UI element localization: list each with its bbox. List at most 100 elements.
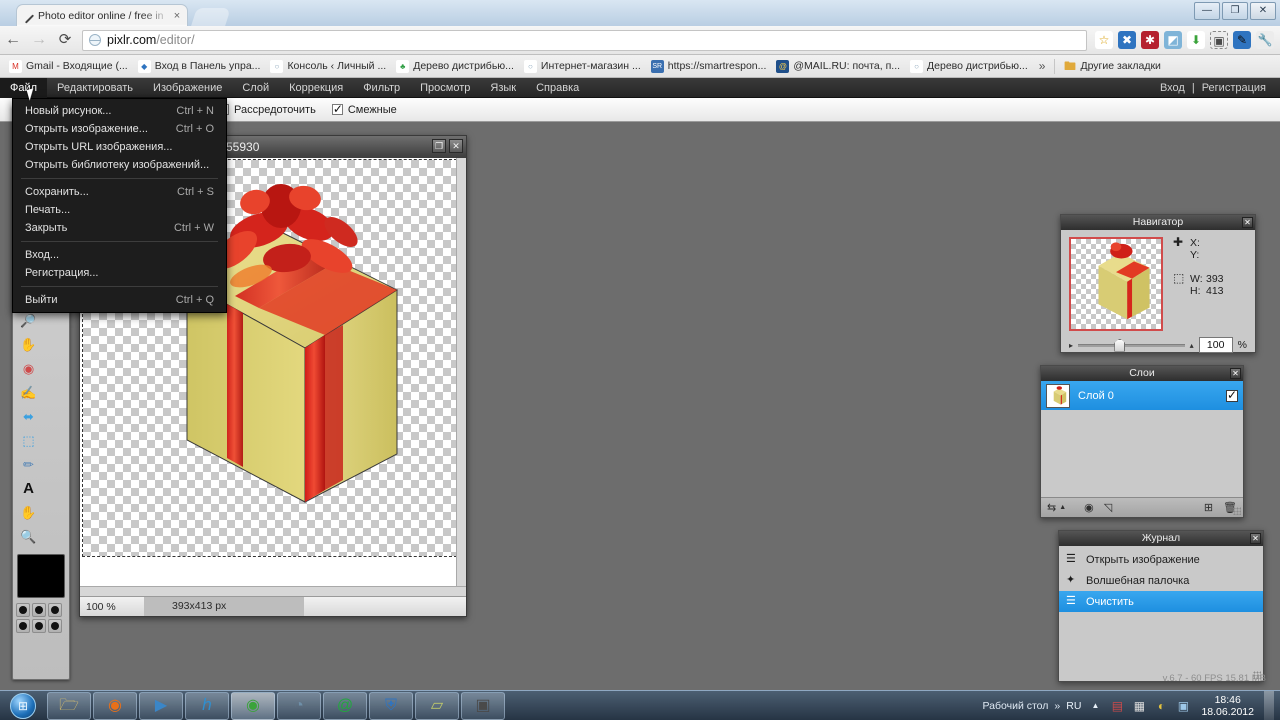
new-tab-button[interactable] <box>191 8 231 26</box>
updates-tray-icon[interactable]: ◐ <box>1153 698 1169 714</box>
zoom-slider-handle[interactable] <box>1114 338 1126 352</box>
menu-item-open-image[interactable]: Открыть изображение... Ctrl + O <box>13 120 226 138</box>
menu-filter[interactable]: Фильтр <box>353 78 410 98</box>
menu-item-save[interactable]: Сохранить... Ctrl + S <box>13 183 226 201</box>
firefox-taskbar-button[interactable]: ◉ <box>93 691 137 720</box>
notes-taskbar-button[interactable]: ▱ <box>415 691 459 720</box>
zoom-in-icon[interactable]: ▴ <box>1190 341 1194 350</box>
close-icon[interactable]: ✕ <box>1250 533 1261 544</box>
history-item[interactable]: ☰ Очистить <box>1059 591 1263 612</box>
bookmark-item[interactable]: ○ Дерево дистрибью... <box>905 58 1033 75</box>
security-shield-taskbar-button[interactable]: ⛨ <box>369 691 413 720</box>
other-bookmarks-button[interactable]: 🖿 Другие закладки <box>1058 58 1165 75</box>
menu-item-open-library[interactable]: Открыть библиотеку изображений... <box>13 156 226 174</box>
show-desktop-label[interactable]: Рабочий стол <box>983 700 1049 712</box>
menu-view[interactable]: Просмотр <box>410 78 480 98</box>
bookmark-item[interactable]: ♣ Дерево дистрибью... <box>391 58 519 75</box>
menu-image[interactable]: Изображение <box>143 78 232 98</box>
blue-x-extension-icon[interactable]: ✖ <box>1118 31 1136 49</box>
history-item[interactable]: ☰ Открыть изображение <box>1059 549 1263 570</box>
wrench-settings-icon[interactable]: 🔧 <box>1256 31 1274 49</box>
blend-mode-arrow-icon[interactable]: ▲ <box>1059 504 1066 511</box>
antivirus-tray-icon[interactable]: ▤ <box>1109 698 1125 714</box>
swatch[interactable] <box>32 603 46 617</box>
resize-grip[interactable] <box>1233 507 1241 515</box>
panel-titlebar[interactable]: Навигатор ✕ <box>1061 215 1255 230</box>
register-link[interactable]: Регистрация <box>1202 82 1266 94</box>
menu-item-quit[interactable]: Выйти Ctrl + Q <box>13 291 226 309</box>
language-indicator[interactable]: RU <box>1066 700 1081 712</box>
layer-item[interactable]: Слой 0 <box>1041 381 1243 410</box>
menu-item-register[interactable]: Регистрация... <box>13 264 226 282</box>
warp-tool[interactable]: ⬚ <box>15 428 42 452</box>
forward-icon[interactable]: → <box>26 31 52 49</box>
layer-mask-button[interactable]: ◹ <box>1104 501 1112 514</box>
menu-adjustment[interactable]: Коррекция <box>279 78 353 98</box>
address-bar[interactable]: pixlr.com/editor/ <box>82 29 1087 51</box>
bookmark-item[interactable]: @ @MAIL.RU: почта, п... <box>771 58 905 75</box>
bookmark-star-icon[interactable]: ☆ <box>1095 31 1113 49</box>
restore-icon[interactable]: ❐ <box>432 139 446 153</box>
color-picker-tool[interactable]: ✏ <box>15 452 42 476</box>
camcorder-taskbar-button[interactable]: ▣ <box>461 691 505 720</box>
zoom-out-icon[interactable]: ▸ <box>1069 341 1073 350</box>
menu-item-new-image[interactable]: Новый рисунок... Ctrl + N <box>13 102 226 120</box>
start-button[interactable]: ⊞ <box>0 691 46 720</box>
close-icon[interactable]: ✕ <box>1230 368 1241 379</box>
menu-item-print[interactable]: Печать... <box>13 201 226 219</box>
bookmarks-overflow-button[interactable]: » <box>1033 59 1052 73</box>
checkbox[interactable] <box>331 102 343 116</box>
close-icon[interactable]: × <box>171 10 183 22</box>
menu-help[interactable]: Справка <box>526 78 589 98</box>
zoom-tool[interactable]: 🔍 <box>15 524 42 548</box>
red-eye-tool[interactable]: ◉ <box>15 356 42 380</box>
type-tool[interactable]: A <box>15 476 42 500</box>
menu-item-open-url[interactable]: Открыть URL изображения... <box>13 138 226 156</box>
login-link[interactable]: Вход <box>1160 82 1185 94</box>
bookmark-item[interactable]: ○ Консоль ‹ Личный ... <box>265 58 391 75</box>
option-contiguous[interactable]: Смежные <box>331 102 397 116</box>
bookmark-item[interactable]: ○ Интернет-магазин ... <box>519 58 646 75</box>
swatch[interactable] <box>48 603 62 617</box>
monitor-tray-icon[interactable]: ▣ <box>1175 698 1191 714</box>
browser-tab[interactable]: Photo editor online / free in × <box>16 4 188 26</box>
menu-item-close[interactable]: Закрыть Ctrl + W <box>13 219 226 237</box>
minimize-button[interactable]: — <box>1194 2 1220 20</box>
menu-edit[interactable]: Редактировать <box>47 78 143 98</box>
close-icon[interactable]: ✕ <box>449 139 463 153</box>
option-antialias[interactable]: Рассредоточить <box>218 102 316 116</box>
safari-taskbar-button[interactable]: ◔ <box>277 691 321 720</box>
menu-file[interactable]: Файл <box>0 77 48 98</box>
blue-page-extension-icon[interactable]: ◩ <box>1164 31 1182 49</box>
tray-expand-icon[interactable]: ▲ <box>1087 698 1103 714</box>
layer-style-button[interactable]: ◉ <box>1084 501 1094 514</box>
red-asterisk-extension-icon[interactable]: ✱ <box>1141 31 1159 49</box>
foreground-color[interactable] <box>17 554 65 598</box>
chrome-taskbar-button[interactable]: ◉ <box>231 691 275 720</box>
burn-tool[interactable]: ✋ <box>15 332 42 356</box>
swatch[interactable] <box>16 603 30 617</box>
add-layer-button[interactable]: ⊞ <box>1204 501 1213 514</box>
black-pen-extension-icon[interactable]: ✎ <box>1233 31 1251 49</box>
canvas-vertical-scrollbar[interactable] <box>456 158 466 596</box>
taskbar-clock[interactable]: 18:46 18.06.2012 <box>1197 694 1258 718</box>
network-tray-icon[interactable]: ▦ <box>1131 698 1147 714</box>
pinch-tool[interactable]: ⬌ <box>15 404 42 428</box>
bloat-tool[interactable]: ✍ <box>15 380 42 404</box>
swatch[interactable] <box>48 619 62 633</box>
zoom-slider[interactable] <box>1078 338 1185 352</box>
back-icon[interactable]: ← <box>0 31 26 49</box>
explorer-taskbar-button[interactable]: 🗁 <box>47 691 91 720</box>
history-item[interactable]: ✦ Волшебная палочка <box>1059 570 1263 591</box>
internet-explorer-taskbar-button[interactable]: ℎ <box>185 691 229 720</box>
reload-icon[interactable]: ⟳ <box>52 31 78 49</box>
zoom-input[interactable]: 100 <box>1198 337 1233 353</box>
menu-layer[interactable]: Слой <box>232 78 279 98</box>
menu-item-login[interactable]: Вход... <box>13 246 226 264</box>
navigator-thumbnail[interactable] <box>1069 237 1163 331</box>
blend-mode-button[interactable]: ⇆ <box>1047 501 1056 514</box>
canvas-horizontal-scrollbar[interactable] <box>80 586 466 596</box>
menu-language[interactable]: Язык <box>480 78 526 98</box>
media-player-taskbar-button[interactable]: ▶ <box>139 691 183 720</box>
mailru-agent-taskbar-button[interactable]: @ <box>323 691 367 720</box>
